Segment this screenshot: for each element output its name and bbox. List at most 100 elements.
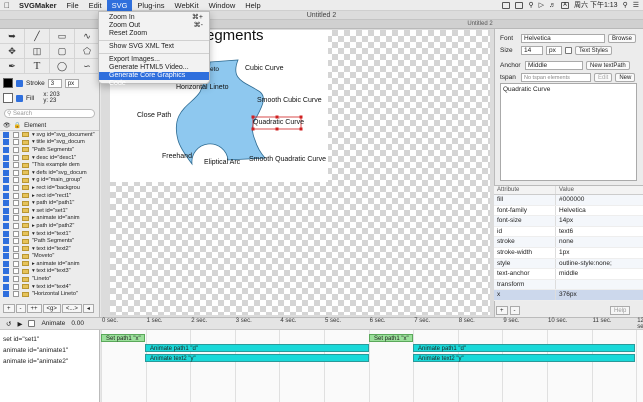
attribute-row[interactable]: stroke-width 1px	[494, 247, 643, 259]
attribute-value[interactable]: outline-style:none;	[556, 259, 643, 269]
lock-checkbox[interactable]	[13, 139, 19, 146]
menu-item-generate-core-graphics[interactable]: Generate Core Graphics Code	[99, 72, 209, 87]
tree-row[interactable]: ▾ desc id="desc1"	[0, 154, 99, 162]
tree-row[interactable]: ▾ title id="svg_docum	[0, 139, 99, 147]
tree-row[interactable]: ▸ rect id="rect1"	[0, 192, 99, 200]
menu-webkit[interactable]: WebKit	[170, 0, 204, 11]
lock-checkbox[interactable]	[13, 200, 19, 207]
visible-checkbox[interactable]	[3, 177, 9, 184]
animate-checkbox[interactable]	[28, 320, 36, 327]
menu-item-generate-html5-video[interactable]: Generate HTML5 Video...	[99, 64, 209, 72]
lock-checkbox[interactable]	[13, 169, 19, 176]
stroke-unit-select[interactable]: px	[64, 78, 79, 88]
help-button[interactable]: Help	[610, 306, 631, 315]
label-close-path[interactable]: Close Path	[137, 112, 171, 119]
tree-collapse-button[interactable]: ◂	[82, 304, 94, 313]
menu-svg[interactable]: SVG	[106, 0, 133, 11]
apple-icon[interactable]: 	[0, 1, 14, 10]
text-styles-button[interactable]: Text Styles	[575, 45, 613, 55]
track-label-set1[interactable]: set id="set1"	[0, 334, 99, 345]
tree-row[interactable]: "Path Segments"	[0, 237, 99, 245]
lock-checkbox[interactable]	[13, 207, 19, 214]
notification-icon[interactable]: ☰	[633, 1, 639, 9]
clock[interactable]: 周六 下午1:13	[574, 0, 618, 10]
tab-document[interactable]: Untitled 2	[440, 20, 520, 29]
lock-checkbox[interactable]	[13, 230, 19, 237]
animate-bar[interactable]: Animate path1 "d"	[413, 344, 635, 352]
size-field[interactable]: 14	[521, 45, 543, 55]
tree-row[interactable]: ▾ path id="path1"	[0, 199, 99, 207]
visible-checkbox[interactable]	[3, 291, 9, 298]
lock-checkbox[interactable]	[13, 184, 19, 191]
visible-checkbox[interactable]	[3, 146, 9, 153]
text-content-field[interactable]: Quadratic Curve	[500, 83, 637, 181]
handle[interactable]	[299, 127, 303, 131]
attribute-value[interactable]: 1px	[556, 248, 643, 258]
visible-checkbox[interactable]	[3, 276, 9, 283]
attribute-column-header[interactable]: Attribute	[494, 186, 556, 194]
tree-remove-button[interactable]: -	[15, 304, 26, 313]
lock-checkbox[interactable]	[13, 276, 19, 283]
curve-tool-icon[interactable]: ∽	[75, 59, 100, 74]
tree-row[interactable]: ▾ text id="text1"	[0, 230, 99, 238]
cast-icon[interactable]: ▷	[539, 1, 544, 9]
fill-checkbox[interactable]	[16, 94, 23, 102]
lock-checkbox[interactable]	[13, 268, 19, 275]
element-search-input[interactable]: ⚲ Search	[4, 109, 95, 118]
tree-group-button[interactable]: <g>	[42, 304, 61, 313]
size-unit-select[interactable]: px	[546, 45, 562, 55]
value-column-header[interactable]: Value	[556, 186, 643, 194]
anchor-select[interactable]: Middle	[525, 60, 583, 70]
timeline-tracks[interactable]: Set path1 "x" Animate path1 "d" Animate …	[101, 330, 643, 402]
status-icon-2[interactable]	[515, 1, 524, 9]
tree-row[interactable]: ▾ text id="text3"	[0, 268, 99, 276]
move-tool-icon[interactable]: ✥	[0, 44, 25, 59]
attribute-row[interactable]: style outline-style:none;	[494, 258, 643, 270]
lock-checkbox[interactable]	[13, 238, 19, 245]
visible-checkbox[interactable]	[3, 283, 9, 290]
attribute-row[interactable]: fill #000000	[494, 195, 643, 206]
menu-app[interactable]: SVGMaker	[14, 0, 62, 11]
tree-row[interactable]: ▸ animate id="anim	[0, 215, 99, 223]
tree-row[interactable]: ▸ rect id="backgrou	[0, 184, 99, 192]
tree-row[interactable]: ▾ g id="main_group"	[0, 177, 99, 185]
tree-row[interactable]: ▸ animate id="anim	[0, 260, 99, 268]
ellipse-tool-icon[interactable]: ◯	[50, 59, 75, 74]
attribute-value[interactable]: 14px	[556, 216, 643, 226]
label-eliptical-arc[interactable]: Eliptical Arc	[204, 159, 240, 166]
attribute-add-button[interactable]: +	[496, 306, 508, 315]
lock-checkbox[interactable]	[13, 162, 19, 169]
tree-row[interactable]: ▾ text id="text4"	[0, 283, 99, 291]
text-tool-icon[interactable]: T	[25, 59, 50, 74]
menu-window[interactable]: Window	[204, 0, 241, 11]
lock-checkbox[interactable]	[13, 283, 19, 290]
volume-icon[interactable]: ♬	[549, 2, 556, 9]
visible-checkbox[interactable]	[3, 215, 9, 222]
visible-checkbox[interactable]	[3, 245, 9, 252]
label-moveto[interactable]: eto	[210, 66, 219, 73]
rewind-icon[interactable]: ↺	[6, 320, 11, 328]
animate-bar[interactable]: Animate path1 "d"	[145, 344, 369, 352]
attribute-value[interactable]: none	[556, 237, 643, 247]
stroke-color-swatch[interactable]	[3, 78, 13, 88]
lock-checkbox[interactable]	[13, 146, 19, 153]
tree-row[interactable]: ▾ set id="set1"	[0, 207, 99, 215]
tspan-edit-button[interactable]: Edit	[594, 72, 613, 82]
tree-row[interactable]: "Path Segments"	[0, 146, 99, 154]
attribute-row[interactable]: font-size 14px	[494, 216, 643, 227]
menu-help[interactable]: Help	[240, 0, 265, 11]
tree-row[interactable]: "Lineto"	[0, 275, 99, 283]
timeline-ruler[interactable]: 0 sec. 1 sec. 2 sec. 3 sec. 4 sec. 5 sec. 6 se…	[101, 317, 643, 330]
visible-checkbox[interactable]	[3, 131, 9, 138]
visible-checkbox[interactable]	[3, 169, 9, 176]
tree-row[interactable]: ▾ defs id="svg_docum	[0, 169, 99, 177]
menu-item-zoom-out[interactable]: Zoom Out ⌘-	[99, 22, 209, 30]
visible-checkbox[interactable]	[3, 268, 9, 275]
lock-checkbox[interactable]	[13, 253, 19, 260]
search-icon[interactable]: ⚲	[528, 1, 533, 9]
attribute-row[interactable]: transform	[494, 279, 643, 291]
attribute-value[interactable]: 376px	[556, 290, 643, 300]
menu-item-show-xml[interactable]: Show SVG XML Text	[99, 43, 209, 51]
lock-checkbox[interactable]	[13, 245, 19, 252]
attribute-row[interactable]: font-family Helvetica	[494, 205, 643, 217]
